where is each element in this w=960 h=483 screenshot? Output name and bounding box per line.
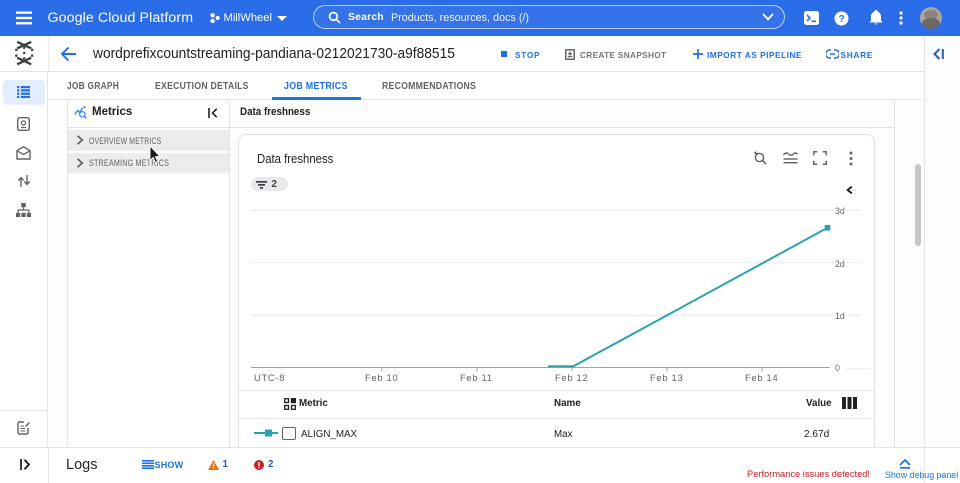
svg-text:?: ? xyxy=(838,14,844,25)
